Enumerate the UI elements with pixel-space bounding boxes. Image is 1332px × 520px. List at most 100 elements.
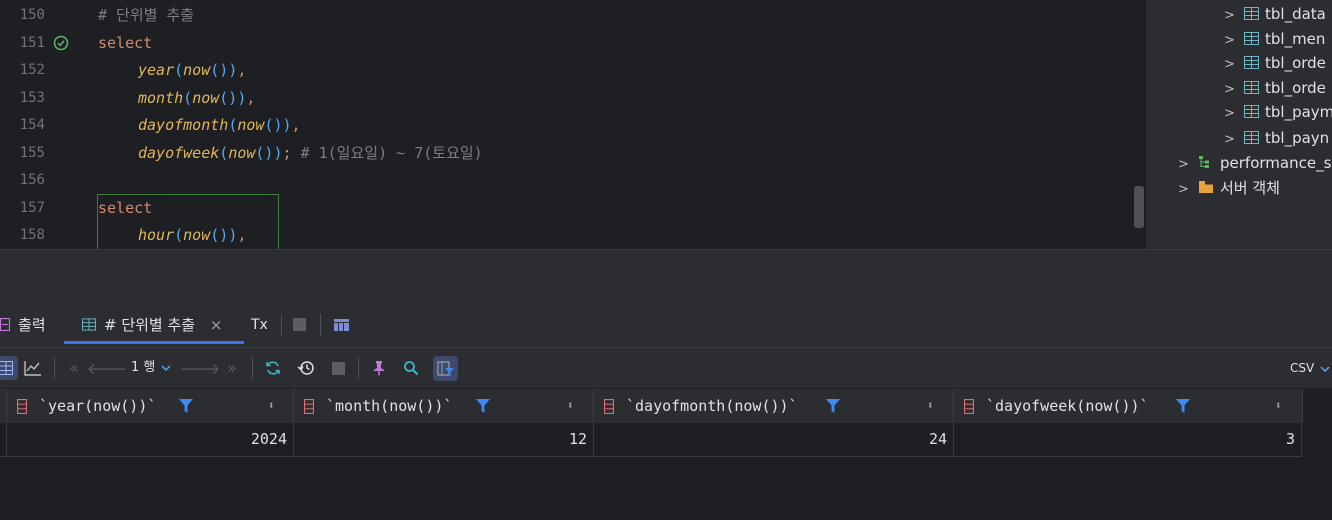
editor-line[interactable]: 154 dayofmonth(now()),: [0, 112, 1146, 139]
line-number: 153: [19, 90, 45, 106]
chevron-right-icon[interactable]: >: [1224, 3, 1238, 28]
editor-line[interactable]: 150 # 단위별 추출: [0, 2, 1146, 29]
tree-item-server-objects[interactable]: > 서버 객체: [1178, 176, 1280, 201]
line-number: 150: [19, 7, 45, 23]
results-toolbar: « 🡐 1 행 🡒 » CSV: [0, 348, 1332, 388]
tx-mode-button[interactable]: Tx: [251, 302, 268, 347]
cancel-query-button[interactable]: [326, 356, 350, 380]
tree-item-label: tbl_men: [1265, 30, 1326, 48]
database-explorer[interactable]: > tbl_data > tbl_men > tbl_orde > tbl_orde >…: [1146, 0, 1332, 249]
editor-line[interactable]: 151 select: [0, 30, 1146, 57]
column-header[interactable]: `dayofweek(now())` ⬍: [953, 389, 1303, 423]
column-header[interactable]: `dayofmonth(now())` ⬍: [593, 389, 954, 423]
history-button[interactable]: [294, 356, 318, 380]
tree-item-table[interactable]: > tbl_orde: [1224, 76, 1326, 101]
editor-line[interactable]: 156: [0, 167, 1146, 194]
filter-icon[interactable]: [476, 399, 490, 413]
export-format-dropdown[interactable]: CSV: [1290, 356, 1330, 380]
line-number: 151: [19, 35, 45, 51]
table-header-row: `year(now())` ⬍ `month(now())` ⬍ `dayofm…: [0, 389, 1303, 424]
filter-icon[interactable]: [179, 399, 193, 413]
layout-icon: [334, 319, 349, 331]
chevron-down-icon: [1320, 366, 1330, 373]
sort-icon[interactable]: ⬍: [567, 389, 574, 423]
table-cell[interactable]: 12: [293, 423, 593, 456]
chevron-right-icon[interactable]: >: [1224, 127, 1238, 152]
tree-item-label: tbl_orde: [1265, 79, 1326, 97]
tree-item-schema[interactable]: > performance_s: [1178, 151, 1331, 176]
code-call: dayofweek(now()); # 1(일요일) ~ 7(토요일): [138, 144, 483, 162]
column-header-label: `dayofweek(now())`: [986, 397, 1149, 415]
table-icon: [1244, 32, 1259, 45]
search-button[interactable]: [399, 356, 423, 380]
tree-item-table[interactable]: > tbl_paym: [1224, 100, 1332, 125]
tab-label: # 단위별 추출: [104, 316, 196, 334]
tab-query-result[interactable]: # 단위별 추출 ×: [64, 302, 244, 344]
column-icon: [304, 399, 314, 414]
table-cell[interactable]: 2024: [6, 423, 293, 456]
next-page-button[interactable]: 🡒: [180, 356, 220, 380]
editor-line[interactable]: 152 year(now()),: [0, 57, 1146, 84]
empty-panel-area: [0, 250, 1332, 302]
tree-item-label: tbl_data: [1265, 5, 1326, 23]
pin-icon: [374, 361, 384, 376]
tree-item-table[interactable]: > tbl_orde: [1224, 51, 1326, 76]
tree-item-table[interactable]: > tbl_men: [1224, 27, 1325, 52]
line-number: 152: [19, 62, 45, 78]
last-page-button[interactable]: »: [220, 356, 244, 380]
editor-line[interactable]: 155 dayofweek(now()); # 1(일요일) ~ 7(토요일): [0, 140, 1146, 167]
line-number: 155: [19, 145, 45, 161]
tree-item-label: 서버 객체: [1220, 179, 1280, 197]
code-editor[interactable]: 150 # 단위별 추출 151 select 152 year(now()),…: [0, 0, 1146, 249]
table-cell[interactable]: 3: [953, 423, 1302, 456]
table-icon: [1244, 7, 1259, 20]
column-icon: [604, 399, 614, 414]
chevron-right-icon[interactable]: >: [1224, 77, 1238, 102]
sort-icon[interactable]: ⬍: [927, 389, 934, 423]
tree-item-label: tbl_orde: [1265, 54, 1326, 72]
tree-item-table[interactable]: > tbl_data: [1224, 2, 1326, 27]
stop-button[interactable]: [293, 302, 306, 347]
table-view-button[interactable]: [0, 356, 18, 380]
chevron-right-icon[interactable]: >: [1224, 101, 1238, 126]
column-header[interactable]: `month(now())` ⬍: [293, 389, 594, 423]
editor-line[interactable]: 153 month(now()),: [0, 85, 1146, 112]
prev-page-button[interactable]: 🡐: [87, 356, 127, 380]
chevron-right-icon[interactable]: >: [1178, 177, 1192, 202]
filter-icon[interactable]: [1176, 399, 1190, 413]
column-icon: [17, 399, 27, 414]
column-header[interactable]: `year(now())` ⬍: [6, 389, 294, 423]
chart-view-button[interactable]: [21, 356, 45, 380]
chevron-right-icon[interactable]: >: [1224, 28, 1238, 53]
page-size-label: 1 행: [131, 360, 156, 375]
chevron-right-icon[interactable]: >: [1178, 152, 1192, 177]
chevron-right-icon[interactable]: >: [1224, 52, 1238, 77]
table-row[interactable]: 2024 12 24 3: [0, 423, 1302, 457]
first-page-button[interactable]: «: [62, 356, 86, 380]
table-icon: [1244, 56, 1259, 69]
editor-scrollbar[interactable]: [1134, 186, 1144, 228]
column-header-label: `year(now())`: [39, 397, 157, 415]
filter-icon[interactable]: [826, 399, 840, 413]
refresh-button[interactable]: [261, 356, 285, 380]
close-icon[interactable]: ×: [210, 316, 223, 334]
code-call: month(now()),: [138, 89, 256, 107]
divider: [54, 357, 55, 379]
sort-icon[interactable]: ⬍: [268, 389, 275, 423]
tree-item-table[interactable]: > tbl_payn: [1224, 126, 1329, 151]
arrow-right-icon: 🡒: [179, 359, 221, 378]
check-circle-icon[interactable]: [53, 35, 69, 51]
search-icon: [404, 361, 419, 376]
tree-item-label: tbl_paym: [1265, 103, 1332, 121]
code-call: dayofmonth(now()),: [138, 116, 301, 134]
export-format-label: CSV: [1290, 361, 1315, 375]
column-header-label: `month(now())`: [326, 397, 453, 415]
sort-icon[interactable]: ⬍: [1275, 389, 1282, 423]
page-size-dropdown[interactable]: 1 행: [131, 356, 171, 380]
filter-view-button[interactable]: [433, 356, 458, 381]
divider: [281, 314, 282, 336]
pin-button[interactable]: [367, 356, 391, 380]
table-cell[interactable]: 24: [593, 423, 953, 456]
tab-output[interactable]: 출력: [0, 302, 46, 347]
layout-button[interactable]: [334, 302, 349, 347]
